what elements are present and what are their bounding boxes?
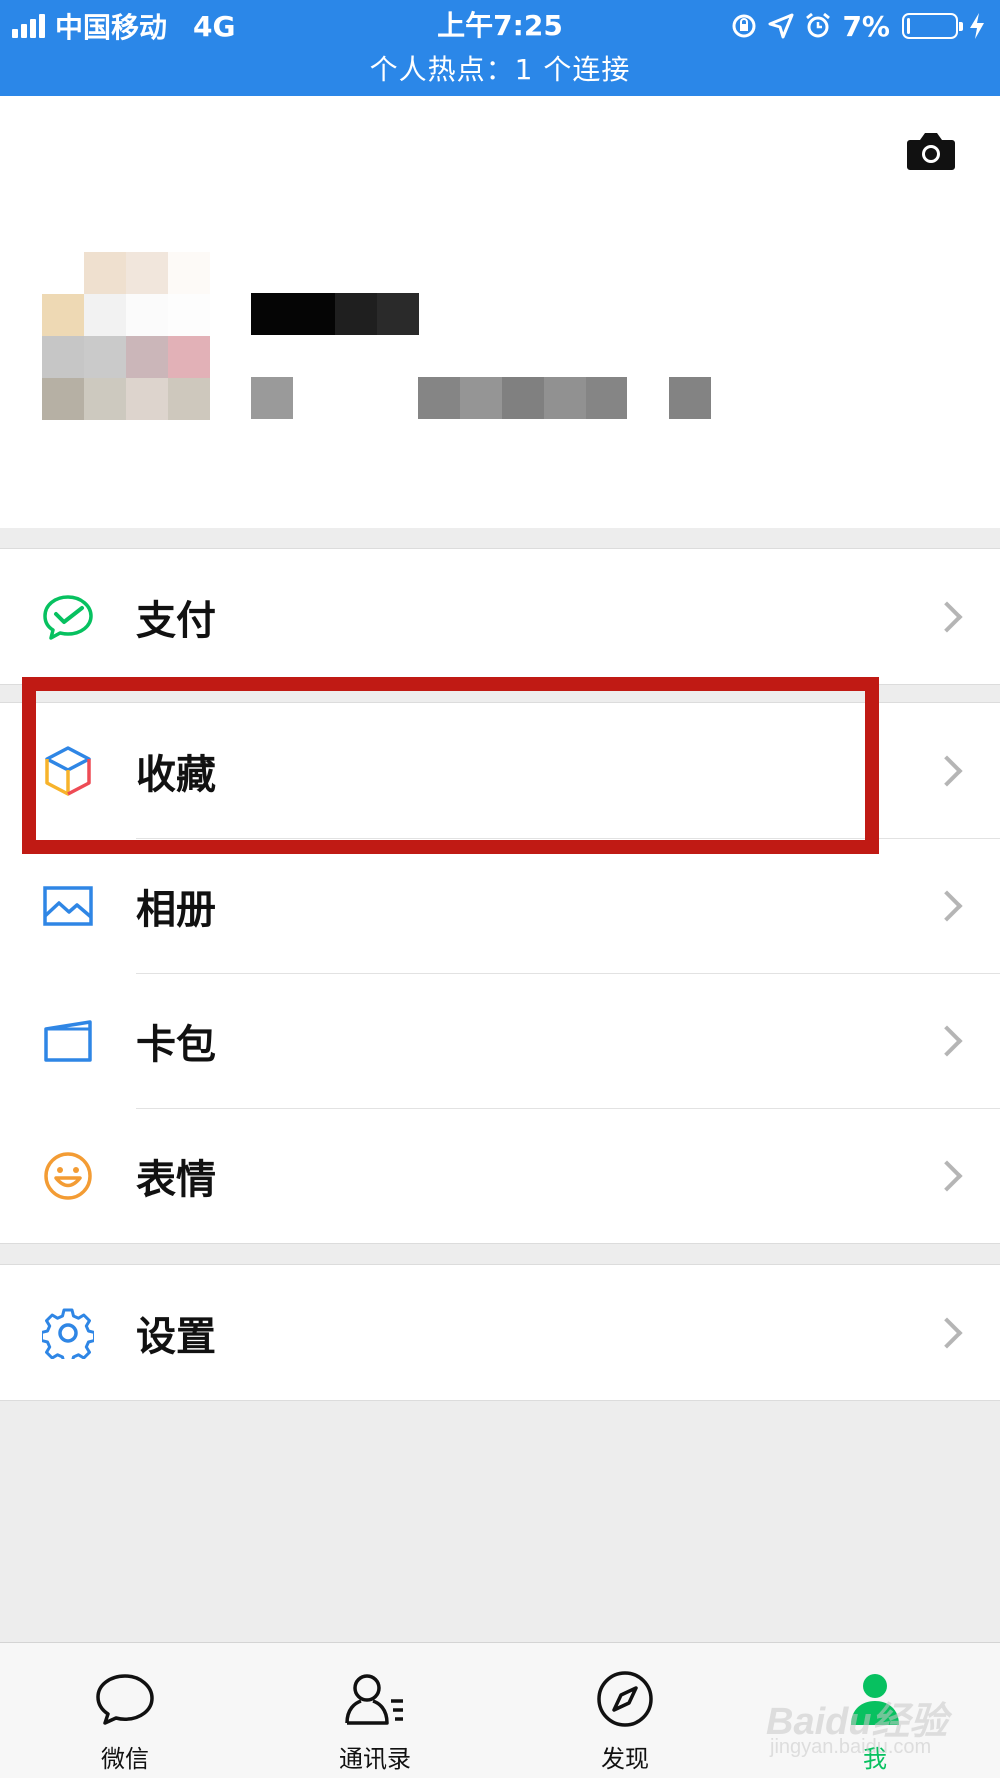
menu-item-card-wallet[interactable]: 卡包 <box>0 973 1000 1108</box>
watermark-url: jingyan.baidu.com <box>770 1736 932 1758</box>
battery-level <box>907 18 910 34</box>
favorites-cube-icon <box>42 745 94 797</box>
charging-bolt-icon <box>970 13 984 39</box>
tab-label: 发现 <box>601 1745 649 1773</box>
chevron-right-icon <box>931 1159 963 1192</box>
chevron-right-icon <box>931 754 963 787</box>
album-image-icon <box>42 880 94 932</box>
tab-chats[interactable]: 微信 <box>0 1643 250 1778</box>
wechat-id-redacted <box>251 377 711 419</box>
menu-item-emoji[interactable]: 表情 <box>0 1108 1000 1243</box>
menu-item-label: 支付 <box>136 597 216 644</box>
profile-header[interactable] <box>0 96 1000 528</box>
battery-icon <box>902 13 963 39</box>
chevron-right-icon <box>931 1316 963 1349</box>
menu-item-label: 设置 <box>136 1313 216 1360</box>
chevron-right-icon <box>931 1024 963 1057</box>
menu-group-main: 收藏 相册 卡包 表情 <box>0 702 1000 1244</box>
tab-label: 通讯录 <box>339 1745 411 1773</box>
menu-item-favorites[interactable]: 收藏 <box>0 703 1000 838</box>
card-wallet-icon <box>42 1015 94 1067</box>
menu-item-label: 相册 <box>136 886 216 933</box>
nickname-redacted <box>251 293 419 335</box>
menu-group-pay: 支付 <box>0 548 1000 685</box>
compass-icon <box>593 1669 657 1729</box>
menu-item-album[interactable]: 相册 <box>0 838 1000 973</box>
alarm-icon <box>806 12 831 38</box>
avatar[interactable] <box>42 252 210 420</box>
menu-item-pay[interactable]: 支付 <box>0 549 1000 684</box>
camera-icon[interactable] <box>906 130 956 172</box>
wallet-check-icon <box>42 591 94 643</box>
location-arrow-icon <box>768 13 794 39</box>
menu-group-settings: 设置 <box>0 1264 1000 1401</box>
status-bar: 中国移动 4G 上午7:25 7% 个人热点：1 个连接 <box>0 0 1000 96</box>
gear-icon <box>42 1307 94 1359</box>
rotation-lock-icon <box>732 14 756 38</box>
tab-label: 微信 <box>101 1745 149 1773</box>
emoji-smile-icon <box>42 1150 94 1202</box>
tab-contacts[interactable]: 通讯录 <box>250 1643 500 1778</box>
battery-percent: 7% <box>842 9 890 43</box>
chat-bubble-icon <box>93 1669 157 1729</box>
menu-item-settings[interactable]: 设置 <box>0 1265 1000 1400</box>
menu-item-label: 收藏 <box>136 751 216 798</box>
menu-item-label: 卡包 <box>136 1021 216 1068</box>
chevron-right-icon <box>931 889 963 922</box>
menu-item-label: 表情 <box>136 1156 216 1203</box>
tab-discover[interactable]: 发现 <box>500 1643 750 1778</box>
chevron-right-icon <box>931 600 963 633</box>
status-right: 7% <box>730 6 986 46</box>
hotspot-banner[interactable]: 个人热点：1 个连接 <box>0 50 1000 90</box>
contacts-icon <box>343 1669 407 1729</box>
